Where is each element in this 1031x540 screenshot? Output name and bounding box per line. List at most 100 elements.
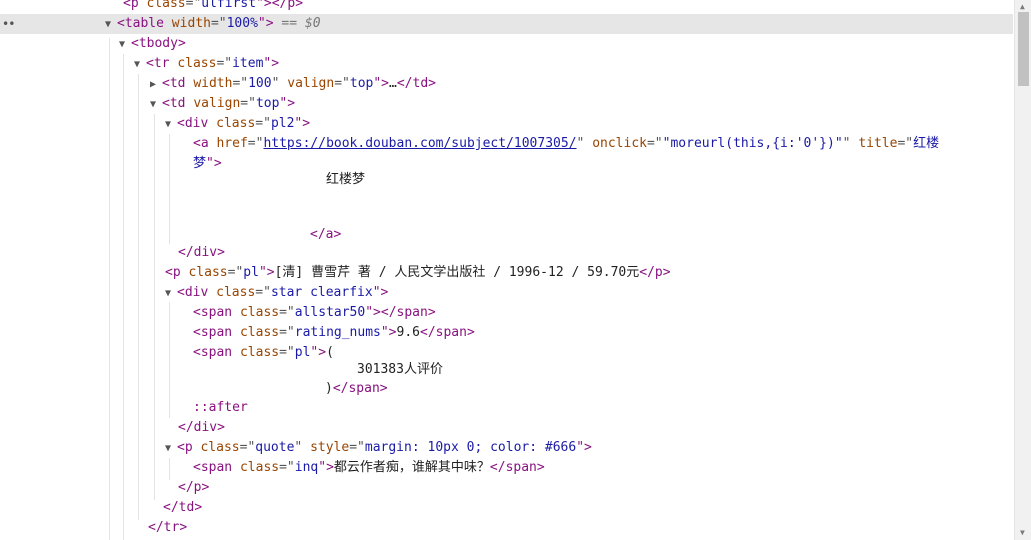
tag-token: "> bbox=[576, 440, 592, 455]
tag-token: "> bbox=[279, 96, 296, 111]
tag-token: </ bbox=[163, 500, 179, 515]
dom-node-row[interactable]: 红楼梦 bbox=[0, 170, 1013, 190]
tag-token: </ bbox=[420, 325, 436, 340]
text-token: =" bbox=[185, 0, 202, 11]
expanded-triangle-icon[interactable]: ▼ bbox=[105, 15, 117, 35]
expanded-triangle-icon[interactable]: ▼ bbox=[134, 55, 146, 75]
dom-node-row[interactable]: ▼ <div class="pl2"> bbox=[0, 114, 1013, 134]
attr-name-token: style bbox=[310, 440, 350, 455]
attr-value-token: top bbox=[255, 96, 280, 111]
tag-token: tr bbox=[163, 520, 180, 535]
tag-token: div bbox=[193, 420, 218, 435]
tag-token: span bbox=[396, 305, 428, 320]
dom-node-row[interactable]: )</span> bbox=[0, 379, 1013, 399]
tag-token: > bbox=[217, 245, 225, 260]
expanded-triangle-icon[interactable]: ▼ bbox=[119, 35, 131, 55]
tag-token: </ bbox=[271, 0, 288, 11]
dom-node-row[interactable]: ▼ <p class="quote" style="margin: 10px 0;… bbox=[0, 438, 1013, 458]
attr-name-token: valign bbox=[193, 96, 241, 111]
dom-node-row[interactable]: <p class="pl">[清] 曹雪芹 著 / 人民文学出版社 / 1996… bbox=[0, 263, 1013, 283]
attr-name-token: class bbox=[239, 325, 280, 340]
dom-node-row[interactable]: ::after bbox=[0, 398, 1013, 418]
dom-node-row[interactable]: ▼ <tbody> bbox=[0, 34, 1013, 54]
dom-tree-panel: <p class="ulfirst"></p> •• ▼ <table width="… bbox=[0, 0, 1013, 540]
attr-value-token: ulfirst bbox=[201, 0, 257, 11]
text-token: =" bbox=[210, 16, 227, 31]
dom-node-row[interactable]: ▶ <td width="100" valign="top">…</td> bbox=[0, 74, 1013, 94]
dom-node-row[interactable]: <span class="inq">都云作者痴，谁解其中味？</span> bbox=[0, 458, 1013, 478]
dom-node-content: ::after bbox=[193, 398, 248, 418]
selected-node-console-ref: == $0 bbox=[281, 16, 321, 31]
text-token: [清] 曹雪芹 著 / 人民文学出版社 / 1996-12 / 59.70元 bbox=[274, 265, 640, 280]
text-token: =" bbox=[232, 76, 249, 91]
dom-node-row[interactable]: ▼ <td valign="top"> bbox=[0, 94, 1013, 114]
tag-token: td bbox=[169, 76, 186, 91]
scroll-up-arrow-icon[interactable]: ▲ bbox=[1020, 3, 1025, 11]
vertical-scrollbar[interactable]: ▲ ▼ bbox=[1014, 0, 1031, 540]
expanded-triangle-icon[interactable]: ▼ bbox=[150, 95, 162, 115]
tag-token: > bbox=[428, 76, 436, 91]
tag-token: "> bbox=[263, 56, 280, 71]
dom-node-row[interactable]: </td> bbox=[0, 498, 1013, 518]
tag-token: "> bbox=[258, 265, 275, 280]
tag-token: "> bbox=[310, 345, 327, 360]
dom-node-row[interactable]: ▼ <tr class="item"> bbox=[0, 54, 1013, 74]
collapsed-triangle-icon[interactable]: ▶ bbox=[150, 75, 162, 95]
tag-token: > bbox=[662, 265, 671, 280]
dom-node-content: ▼ <td valign="top"> bbox=[150, 94, 295, 115]
dom-node-row[interactable]: </tr> bbox=[0, 518, 1013, 538]
dom-node-content: </div> bbox=[178, 418, 225, 438]
attr-value-token: "moreurl(this,{i:'0'})" bbox=[662, 136, 843, 151]
dom-node-content: ▶ <td width="100" valign="top">…</td> bbox=[150, 74, 436, 95]
attr-value-token: allstar50 bbox=[294, 305, 366, 320]
attr-value-token: quote bbox=[255, 440, 295, 455]
dom-node-row[interactable]: </div> bbox=[0, 243, 1013, 263]
tag-token: > bbox=[201, 480, 210, 495]
attr-value-token: top bbox=[349, 76, 374, 91]
tag-token: > bbox=[179, 520, 188, 535]
tag-token: </ bbox=[380, 305, 397, 320]
text-token: =" bbox=[227, 265, 244, 280]
tag-token: < bbox=[193, 305, 201, 320]
tag-token: </ bbox=[310, 227, 326, 242]
expanded-triangle-icon[interactable]: ▼ bbox=[165, 284, 177, 304]
tag-token: > bbox=[536, 460, 545, 475]
dom-node-content: 301383人评价 bbox=[357, 360, 443, 380]
attr-name-token: class bbox=[146, 0, 186, 11]
dom-node-row[interactable]: <a href="https://book.douban.com/subject… bbox=[0, 134, 1013, 154]
dom-node-row[interactable]: <span class="allstar50"></span> bbox=[0, 303, 1013, 323]
tag-token: "> bbox=[256, 0, 272, 11]
dom-node-content: </td> bbox=[163, 498, 202, 518]
text-token: 都云作者痴，谁解其中味？ bbox=[333, 460, 490, 475]
tag-token: p bbox=[172, 265, 181, 280]
dom-node-row[interactable]: </a> bbox=[0, 225, 1013, 245]
tag-token: p bbox=[184, 440, 193, 455]
dom-node-row-selected[interactable]: •• ▼ <table width="100%"> == $0 bbox=[0, 14, 1013, 34]
scrollbar-thumb[interactable] bbox=[1018, 12, 1029, 86]
tag-token: div bbox=[184, 116, 209, 131]
tag-token: < bbox=[162, 76, 170, 91]
tag-token: < bbox=[177, 285, 185, 300]
expanded-triangle-icon[interactable]: ▼ bbox=[165, 115, 177, 135]
text-token: =" bbox=[239, 440, 256, 455]
expanded-triangle-icon[interactable]: ▼ bbox=[165, 439, 177, 459]
scroll-down-arrow-icon[interactable]: ▼ bbox=[1020, 529, 1025, 537]
tag-token: < bbox=[177, 116, 185, 131]
dom-node-row[interactable]: ▼ <div class="star clearfix"> bbox=[0, 283, 1013, 303]
dom-node-row[interactable]: </div> bbox=[0, 418, 1013, 438]
attr-name-token: width bbox=[193, 76, 233, 91]
text-token: … bbox=[389, 76, 397, 91]
dom-node-row[interactable]: </p> bbox=[0, 478, 1013, 498]
attr-name-token: class bbox=[239, 305, 280, 320]
dom-node-row[interactable]: <span class="rating_nums">9.6</span> bbox=[0, 323, 1013, 343]
tag-token: span bbox=[200, 460, 233, 475]
dom-node-row[interactable]: <p class="ulfirst"></p> bbox=[0, 0, 1013, 14]
text-token: =" bbox=[334, 76, 350, 91]
href-link[interactable]: https://book.douban.com/subject/1007305/ bbox=[263, 136, 576, 151]
attr-value-token: 100% bbox=[226, 16, 258, 31]
dom-node-row[interactable]: 301383人评价 bbox=[0, 360, 1013, 380]
